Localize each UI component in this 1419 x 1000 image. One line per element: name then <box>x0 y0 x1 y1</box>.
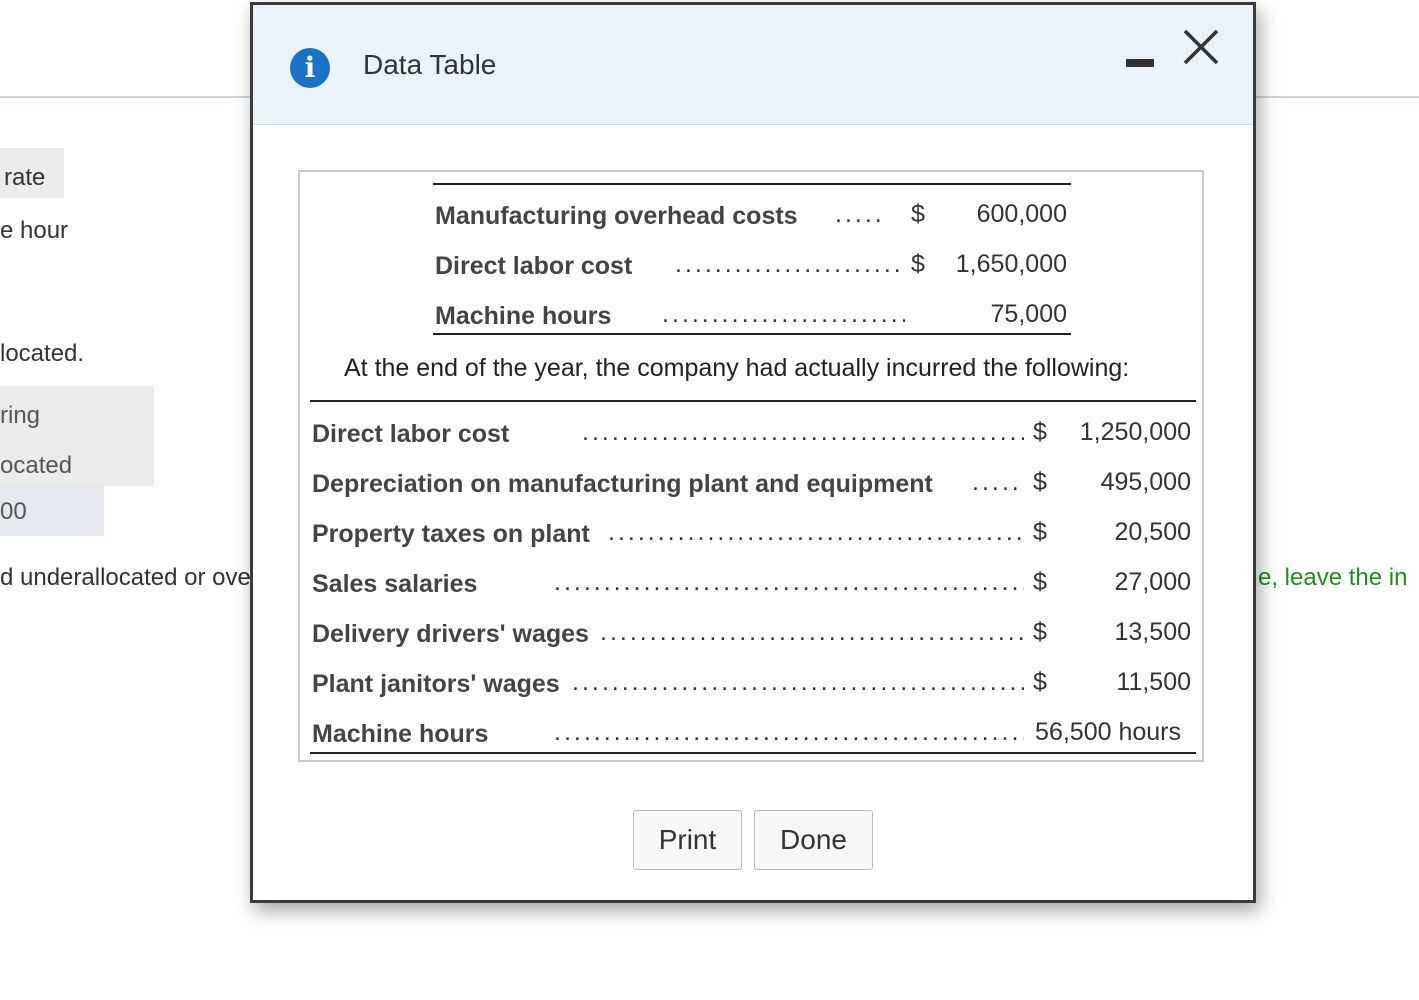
leader-dots: ........................................… <box>554 568 1024 596</box>
info-icon: i <box>290 48 330 88</box>
print-button[interactable]: Print <box>633 810 742 870</box>
table-top-rule <box>433 183 1071 185</box>
depreciation-label: Depreciation on manufacturing plant and … <box>312 470 933 498</box>
leader-dots: .................................. <box>675 250 905 278</box>
overhead-value: 600,000 <box>976 200 1067 228</box>
data-table-frame: Manufacturing overhead costs ..... $ 600… <box>298 170 1204 762</box>
leader-dots: ........................................… <box>600 618 1024 646</box>
janitor-wages-label: Plant janitors' wages <box>312 670 560 698</box>
question-text: d underallocated or ove <box>0 564 251 591</box>
label-manufacturing: ring <box>0 402 41 429</box>
column-header-rate: rate <box>4 164 46 191</box>
close-icon[interactable] <box>1181 27 1221 67</box>
hint-text: e, leave the in <box>1258 564 1408 591</box>
leader-dots: ........................................… <box>608 518 1024 546</box>
machine-hours-value: 75,000 <box>990 300 1067 328</box>
leader-dots: ........................................… <box>572 668 1024 696</box>
dialog-title: Data Table <box>363 49 497 80</box>
direct-labor-dollar: $ <box>911 250 925 278</box>
direct-labor-value: 1,650,000 <box>955 250 1067 278</box>
minimize-icon[interactable] <box>1126 59 1154 67</box>
answer-value: 00 <box>0 498 27 525</box>
actual-machine-hours-value: 56,500 hours <box>1035 718 1181 746</box>
sales-salaries-label: Sales salaries <box>312 570 478 598</box>
leader-dots: ........................................… <box>582 418 1024 446</box>
overhead-label: Manufacturing overhead costs <box>435 202 798 230</box>
sales-salaries-value: 27,000 <box>1114 568 1191 596</box>
done-button[interactable]: Done <box>754 810 873 870</box>
property-taxes-label: Property taxes on plant <box>312 520 590 548</box>
dialog-header: i Data Table <box>253 5 1253 125</box>
leader-dots: .................................. <box>662 300 905 328</box>
janitor-wages-value: 11,500 <box>1116 668 1191 696</box>
overhead-dollar: $ <box>911 200 925 228</box>
actual-table-top-rule <box>310 400 1196 402</box>
leader-dots: ........................................… <box>554 718 1024 746</box>
instruction-text: located. <box>0 340 85 367</box>
actual-direct-labor-label: Direct labor cost <box>312 420 510 448</box>
table-bottom-rule <box>433 333 1071 335</box>
delivery-wages-label: Delivery drivers' wages <box>312 620 589 648</box>
machine-hours-label: Machine hours <box>435 302 612 330</box>
delivery-wages-value: 13,500 <box>1114 618 1191 646</box>
leader-dots: ..... <box>835 200 885 228</box>
intro-text: At the end of the year, the company had … <box>344 354 1130 382</box>
label-allocated: ocated <box>0 452 73 479</box>
actual-direct-labor-value: 1,250,000 <box>1079 418 1191 446</box>
actual-table-bottom-rule <box>310 752 1196 754</box>
leader-dots: ......... <box>972 468 1024 496</box>
actual-machine-hours-label: Machine hours <box>312 720 489 748</box>
data-table-dialog: i Data Table Manufacturing overhead cost… <box>250 2 1256 903</box>
column-header-hour: e hour <box>0 217 69 244</box>
direct-labor-label: Direct labor cost <box>435 252 633 280</box>
depreciation-value: 495,000 <box>1100 468 1191 496</box>
property-taxes-value: 20,500 <box>1114 518 1191 546</box>
